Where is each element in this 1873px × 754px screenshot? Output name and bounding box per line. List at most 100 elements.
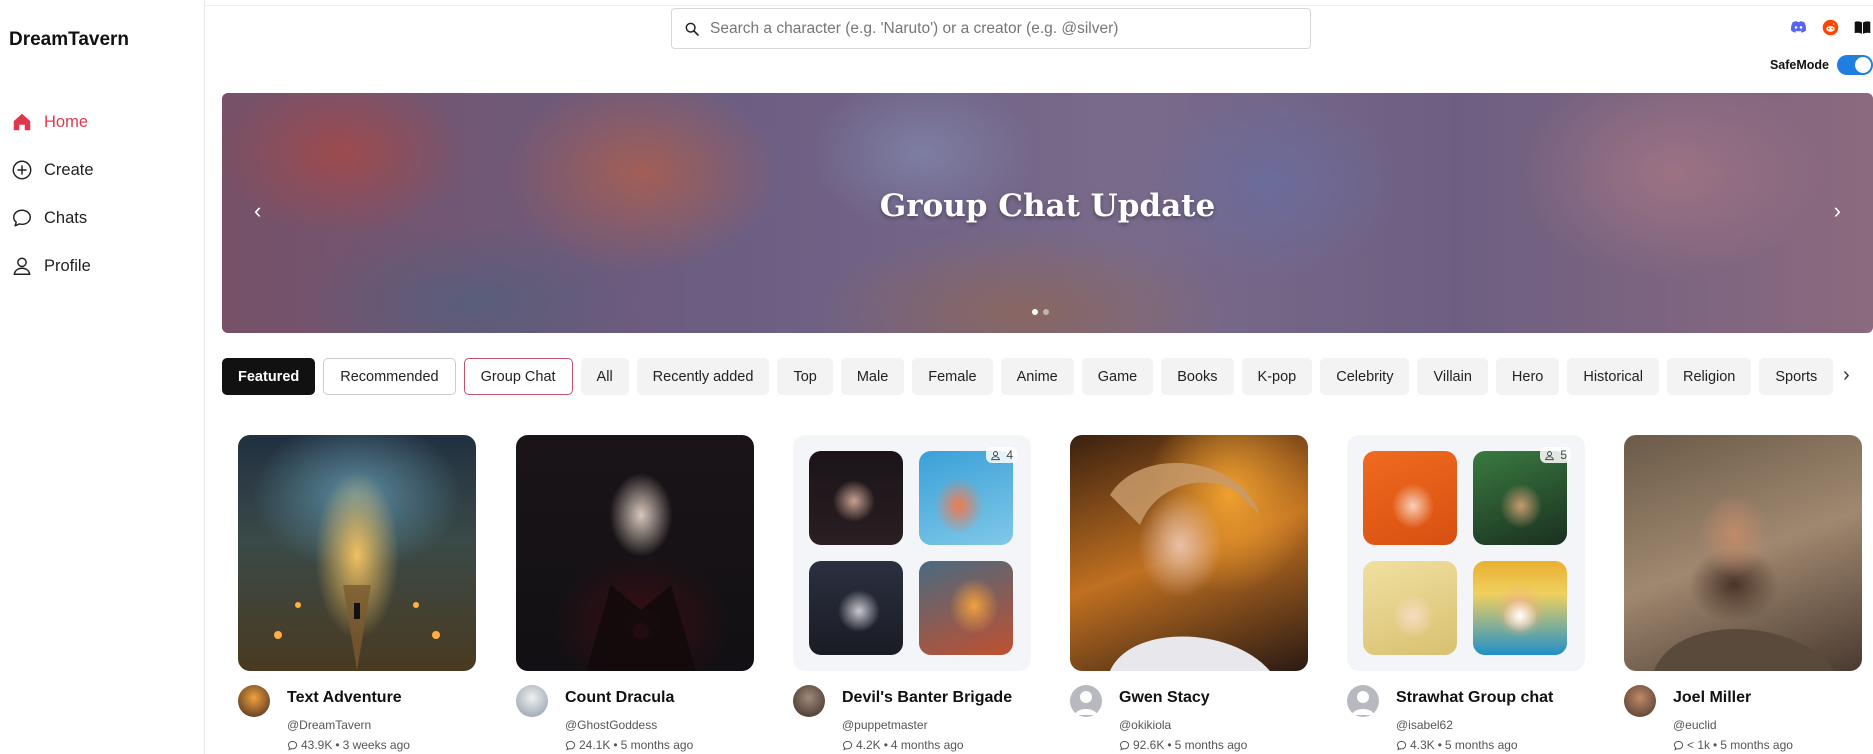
chip-recently-added[interactable]: Recently added: [636, 358, 770, 395]
meta-separator: •: [883, 738, 888, 752]
card-name: Joel Miller: [1673, 689, 1752, 706]
chat-bubble-icon: [10, 206, 34, 230]
meta-separator: •: [613, 738, 618, 752]
chip-kpop[interactable]: K-pop: [1241, 358, 1313, 395]
safemode-toggle[interactable]: [1837, 55, 1873, 75]
chip-hero[interactable]: Hero: [1495, 358, 1560, 395]
chip-game[interactable]: Game: [1081, 358, 1154, 395]
member-image: [1363, 451, 1457, 545]
avatar: [238, 685, 270, 717]
card-time: 4 months ago: [890, 738, 964, 752]
card-creator[interactable]: @okikiola: [1119, 718, 1171, 732]
chip-historical[interactable]: Historical: [1567, 358, 1659, 395]
card-time: 5 months ago: [1174, 738, 1248, 752]
card-image: [1070, 435, 1308, 671]
portrait-art: [1110, 462, 1270, 671]
chat-count: 43.9K: [301, 738, 333, 752]
card-time: 5 months ago: [1444, 738, 1518, 752]
search-input[interactable]: [710, 19, 1290, 38]
group-chat-card[interactable]: 4 Devil's Banter Brigade @puppetmaster 4…: [793, 435, 1031, 752]
group-chat-card[interactable]: 5 Strawhat Group chat @isabel62 4.3K • 5 m…: [1347, 435, 1585, 752]
member-count: 4: [1006, 448, 1013, 462]
chip-male[interactable]: Male: [840, 358, 905, 395]
chips-next-button[interactable]: ›: [1843, 364, 1850, 387]
banner-next-button[interactable]: ›: [1834, 198, 1841, 224]
user-icon: [991, 450, 1001, 460]
chip-anime[interactable]: Anime: [1000, 358, 1074, 395]
sidebar-item-home[interactable]: Home: [10, 98, 94, 146]
card-time: 5 months ago: [1720, 738, 1793, 752]
card-time: 5 months ago: [620, 738, 694, 752]
sidebar-item-label: Profile: [44, 256, 91, 275]
chat-count-icon: [1396, 740, 1407, 751]
reddit-icon[interactable]: [1821, 18, 1839, 36]
app-logo[interactable]: DreamTavern: [9, 29, 129, 51]
chip-religion[interactable]: Religion: [1666, 358, 1752, 395]
card-image: [1624, 435, 1862, 671]
card-meta: 4.2K • 4 months ago: [842, 738, 964, 752]
dungeon-art: [274, 585, 440, 671]
chat-count-icon: [842, 740, 853, 751]
card-creator[interactable]: @GhostGoddess: [565, 718, 657, 732]
chat-count: < 1k: [1687, 738, 1711, 752]
sidebar-item-profile[interactable]: Profile: [10, 242, 94, 290]
character-card[interactable]: Text Adventure @DreamTavern 43.9K • 3 week…: [238, 435, 476, 752]
sidebar-item-label: Chats: [44, 208, 88, 227]
book-icon[interactable]: [1853, 18, 1871, 36]
chip-recommended[interactable]: Recommended: [323, 358, 456, 395]
group-avatar-grid: 5: [1347, 435, 1585, 671]
member-image: [1473, 561, 1567, 655]
member-image: [809, 561, 903, 655]
search-bar[interactable]: [671, 8, 1311, 49]
sidebar-item-create[interactable]: Create: [10, 146, 94, 194]
card-name: Devil's Banter Brigade: [842, 689, 1013, 706]
member-image: [919, 561, 1013, 655]
chip-female[interactable]: Female: [912, 358, 993, 395]
chip-group-chat[interactable]: Group Chat: [463, 358, 573, 395]
chip-top[interactable]: Top: [777, 358, 833, 395]
avatar: [793, 685, 825, 717]
category-chips: Featured Recommended Group Chat All Rece…: [222, 358, 1834, 395]
search-icon: [685, 22, 699, 36]
chip-villain[interactable]: Villain: [1417, 358, 1488, 395]
chip-featured[interactable]: Featured: [222, 358, 316, 395]
meta-separator: •: [1167, 738, 1172, 752]
sidebar-item-chats[interactable]: Chats: [10, 194, 94, 242]
hero-banner[interactable]: Group Chat Update ‹ ›: [222, 93, 1873, 333]
chip-books[interactable]: Books: [1161, 358, 1234, 395]
card-info: Gwen Stacy @okikiola 92.6K • 5 months ago: [1070, 685, 1308, 752]
member-count: 5: [1560, 448, 1567, 462]
chat-count-icon: [287, 740, 298, 751]
card-info: Strawhat Group chat @isabel62 4.3K • 5 mon…: [1347, 685, 1585, 752]
chat-count-icon: [565, 740, 576, 751]
card-meta: 24.1K • 5 months ago: [565, 738, 693, 752]
chat-count: 4.3K: [1410, 738, 1435, 752]
sidebar-item-label: Create: [44, 160, 94, 179]
group-avatar-grid: 4: [793, 435, 1031, 671]
character-card[interactable]: Count Dracula @GhostGoddess 24.1K • 5 mont…: [516, 435, 754, 752]
meta-separator: •: [1713, 738, 1718, 752]
chip-celebrity[interactable]: Celebrity: [1320, 358, 1410, 395]
banner-prev-button[interactable]: ‹: [254, 198, 261, 224]
toggle-knob: [1855, 57, 1871, 73]
member-image: [1473, 451, 1567, 545]
avatar: [516, 685, 548, 717]
chip-sports[interactable]: Sports: [1759, 358, 1834, 395]
chat-count: 4.2K: [856, 738, 881, 752]
character-card[interactable]: Joel Miller @euclid < 1k • 5 months ago: [1624, 435, 1862, 752]
card-meta: 4.3K • 5 months ago: [1396, 738, 1518, 752]
sidebar-item-label: Home: [44, 112, 89, 131]
banner-dot[interactable]: [1043, 309, 1049, 315]
member-image: [809, 451, 903, 545]
avatar: [1624, 685, 1656, 717]
card-creator[interactable]: @isabel62: [1396, 718, 1453, 732]
chip-all[interactable]: All: [580, 358, 629, 395]
card-creator[interactable]: @DreamTavern: [287, 718, 371, 732]
portrait-art: [1654, 629, 1834, 671]
card-time: 3 weeks ago: [342, 738, 410, 752]
discord-icon[interactable]: [1789, 18, 1807, 36]
banner-dot[interactable]: [1032, 309, 1038, 315]
character-card[interactable]: Gwen Stacy @okikiola 92.6K • 5 months ago: [1070, 435, 1308, 752]
card-creator[interactable]: @puppetmaster: [842, 718, 928, 732]
card-creator[interactable]: @euclid: [1673, 718, 1717, 732]
